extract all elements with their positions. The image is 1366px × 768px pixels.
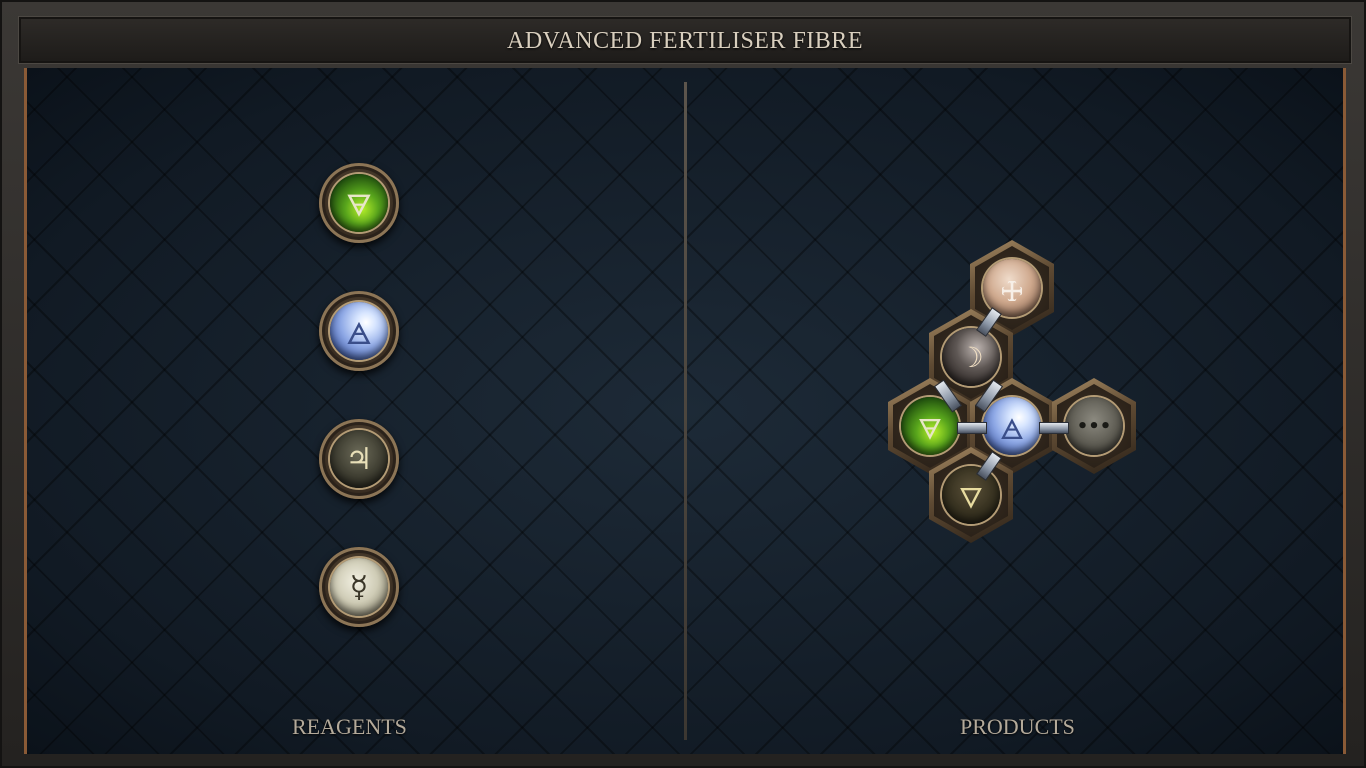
reagent-slot-air[interactable]: 🜁 xyxy=(319,291,399,371)
air-icon: 🜁 xyxy=(983,397,1041,455)
reagent-slot-earth[interactable]: 🜃 xyxy=(319,163,399,243)
bond-pipe xyxy=(1039,422,1069,434)
moon-icon: ☽ xyxy=(942,328,1000,386)
products-label: PRODUCTS xyxy=(960,714,1075,739)
reagent-slot-jupiter[interactable]: ♃ xyxy=(319,419,399,499)
page-title: ADVANCED FERTILISER FIBRE xyxy=(507,28,863,54)
reagents-label: REAGENTS xyxy=(292,714,407,739)
water-earth-icon: 🜄 xyxy=(942,466,1000,524)
jupiter-icon: ♃ xyxy=(330,430,388,488)
earth-icon: 🜃 xyxy=(330,174,388,232)
bond-pipe xyxy=(957,422,987,434)
ellipsis-icon: ••• xyxy=(1065,397,1123,455)
mercury-icon: ☿ xyxy=(330,558,388,616)
panel-divider xyxy=(684,82,687,740)
air-icon: 🜁 xyxy=(330,302,388,360)
reagent-slot-mercury[interactable]: ☿ xyxy=(319,547,399,627)
title-bar: ADVANCED FERTILISER FIBRE xyxy=(18,16,1352,64)
window-frame: ADVANCED FERTILISER FIBRE 🜃 🜁 ♃ ☿ 🜊 ☽ 🜃 … xyxy=(0,0,1366,768)
